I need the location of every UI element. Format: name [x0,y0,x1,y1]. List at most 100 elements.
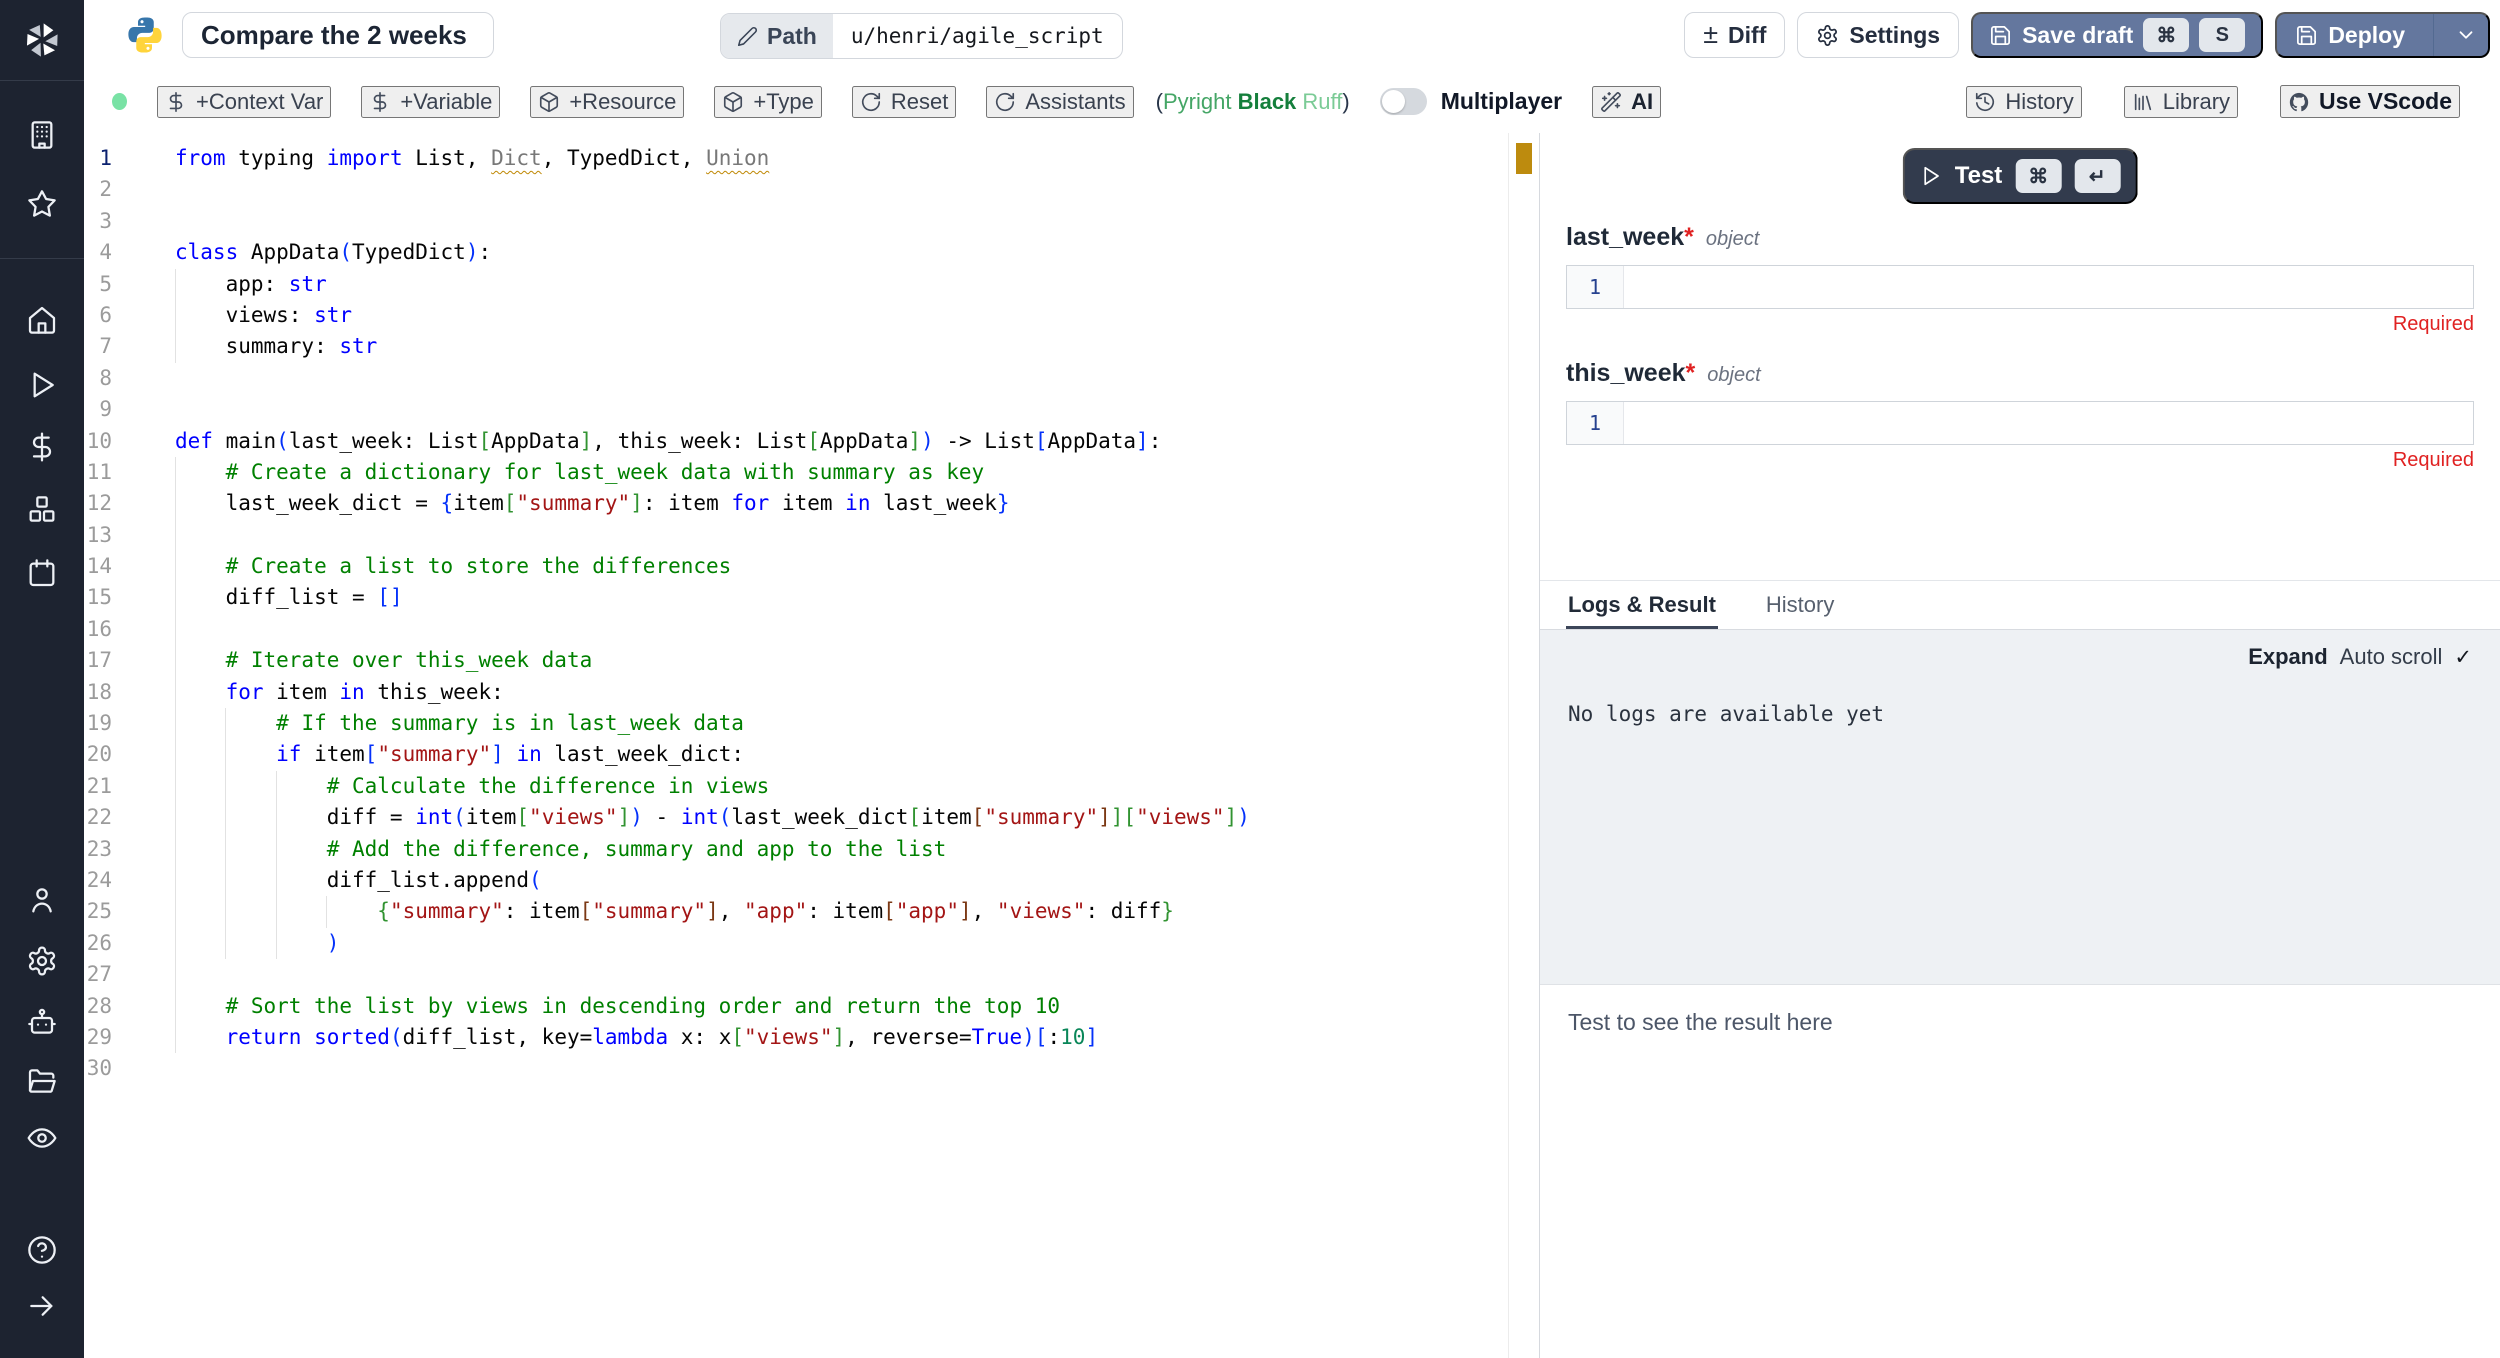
script-path-value[interactable]: u/henri/agile_script [833,14,1122,58]
add-resource-button[interactable]: +Resource [530,86,684,118]
tab-history[interactable]: History [1764,581,1836,629]
save-draft-button[interactable]: Save draft ⌘ S [1971,12,2263,58]
code-line[interactable]: 11 # Create a dictionary for last_week d… [84,457,1508,488]
sidebar-help-icon[interactable] [26,1234,58,1266]
sidebar-eye-icon[interactable] [26,1122,58,1154]
edit-path-button[interactable]: Path [721,14,833,58]
indent-guide [175,708,176,739]
code-line[interactable]: 2 [84,174,1508,205]
ai-button[interactable]: AI [1592,86,1661,118]
library-button[interactable]: Library [2124,86,2238,118]
code-line[interactable]: 28 # Sort the list by views in descendin… [84,991,1508,1022]
history-button[interactable]: History [1966,86,2081,118]
required-asterisk: * [1684,223,1694,251]
code-line[interactable]: 17 # Iterate over this_week data [84,645,1508,676]
indent-guide [175,645,176,676]
indent-guide [175,677,176,708]
indent-guide [175,771,176,802]
line-number: 1 [84,143,112,174]
argument-json-input[interactable]: 1 [1566,265,2474,309]
add-context-var-button[interactable]: +Context Var [157,86,331,118]
sidebar-dollar-icon[interactable] [26,431,58,463]
argument-json-input[interactable]: 1 [1566,401,2474,445]
add-type-button[interactable]: +Type [714,86,822,118]
code-line[interactable]: 5 app: str [84,269,1508,300]
indent-guide [225,896,226,927]
sidebar-play-icon[interactable] [26,369,58,401]
code-line[interactable]: 14 # Create a list to store the differen… [84,551,1508,582]
windmill-logo[interactable] [0,0,84,81]
line-number: 19 [84,708,112,739]
tab-logs-result[interactable]: Logs & Result [1566,581,1718,629]
code-line[interactable]: 25 {"summary": item["summary"], "app": i… [84,896,1508,927]
deploy-options-chevron[interactable] [2444,14,2488,56]
code-line[interactable]: 24 diff_list.append( [84,865,1508,896]
sidebar-robot-icon[interactable] [26,1006,58,1038]
code-line[interactable]: 26 ) [84,928,1508,959]
code-line[interactable]: 7 summary: str [84,331,1508,362]
settings-button[interactable]: Settings [1797,12,1959,58]
code-line[interactable]: 6 views: str [84,300,1508,331]
argument-label-row: this_week* object [1566,359,2474,395]
code-line[interactable]: 4class AppData(TypedDict): [84,237,1508,268]
code-line[interactable]: 30 [84,1053,1508,1084]
run-panel: Test ⌘ ↵ last_week* object 1 Required th… [1540,133,2500,1358]
sidebar-person-icon[interactable] [26,884,58,916]
code-editor[interactable]: 1from typing import List, Dict, TypedDic… [84,133,1540,1358]
line-number: 7 [84,331,112,362]
code-line[interactable]: 29 return sorted(diff_list, key=lambda x… [84,1022,1508,1053]
assistants-button[interactable]: Assistants [986,86,1133,118]
indent-guide [225,928,226,959]
code-line[interactable]: 15 diff_list = [] [84,582,1508,613]
indent-guide [175,928,176,959]
multiplayer-label: Multiplayer [1441,88,1562,115]
code-line[interactable]: 22 diff = int(item["views"]) - int(last_… [84,802,1508,833]
arguments-section: Test ⌘ ↵ last_week* object 1 Required th… [1540,133,2500,580]
indent-guide [175,614,176,645]
code-line[interactable]: 16 [84,614,1508,645]
reset-button[interactable]: Reset [852,86,956,118]
sidebar-star-icon[interactable] [26,188,58,220]
input-content[interactable] [1624,402,2473,444]
code-line[interactable]: 21 # Calculate the difference in views [84,771,1508,802]
python-language-icon [124,14,166,56]
code-line[interactable]: 23 # Add the difference, summary and app… [84,834,1508,865]
input-content[interactable] [1624,266,2473,308]
test-button[interactable]: Test ⌘ ↵ [1903,148,2138,204]
deploy-button[interactable]: Deploy [2275,12,2490,58]
settings-label: Settings [1849,22,1940,49]
code-line[interactable]: 10def main(last_week: List[AppData], thi… [84,426,1508,457]
code-line[interactable]: 13 [84,520,1508,551]
code-line[interactable]: 19 # If the summary is in last_week data [84,708,1508,739]
code-line[interactable]: 8 [84,363,1508,394]
line-number: 16 [84,614,112,645]
code-line[interactable]: 9 [84,394,1508,425]
sidebar-cubes-icon[interactable] [26,494,58,526]
overview-ruler[interactable] [1508,133,1539,1358]
s-key-badge: S [2199,18,2245,52]
sidebar-home-icon[interactable] [26,304,58,336]
diff-button[interactable]: ± Diff [1684,12,1785,58]
argument-label-row: last_week* object [1566,223,2474,259]
history-clock-icon [1974,91,1996,113]
code-line[interactable]: 27 [84,959,1508,990]
expand-button[interactable]: Expand [2248,644,2327,670]
sidebar-building-icon[interactable] [26,119,58,151]
path-group: Path u/henri/agile_script [720,13,1123,59]
line-number: 13 [84,520,112,551]
sidebar-gear-icon[interactable] [26,945,58,977]
script-title-input[interactable] [182,12,494,58]
code-line[interactable]: 1from typing import List, Dict, TypedDic… [84,143,1508,174]
sidebar-calendar-icon[interactable] [26,557,58,589]
code-line[interactable]: 12 last_week_dict = {item["summary"]: it… [84,488,1508,519]
code-line[interactable]: 3 [84,206,1508,237]
multiplayer-toggle[interactable] [1380,88,1427,115]
sidebar-arrow-right-icon[interactable] [26,1290,58,1322]
code-line[interactable]: 18 for item in this_week: [84,677,1508,708]
autoscroll-toggle[interactable]: Auto scroll [2340,644,2443,670]
line-number: 15 [84,582,112,613]
sidebar-folder-icon[interactable] [26,1065,58,1097]
add-variable-button[interactable]: +Variable [361,86,500,118]
code-line[interactable]: 20 if item["summary"] in last_week_dict: [84,739,1508,770]
use-vscode-button[interactable]: Use VScode [2280,85,2460,118]
